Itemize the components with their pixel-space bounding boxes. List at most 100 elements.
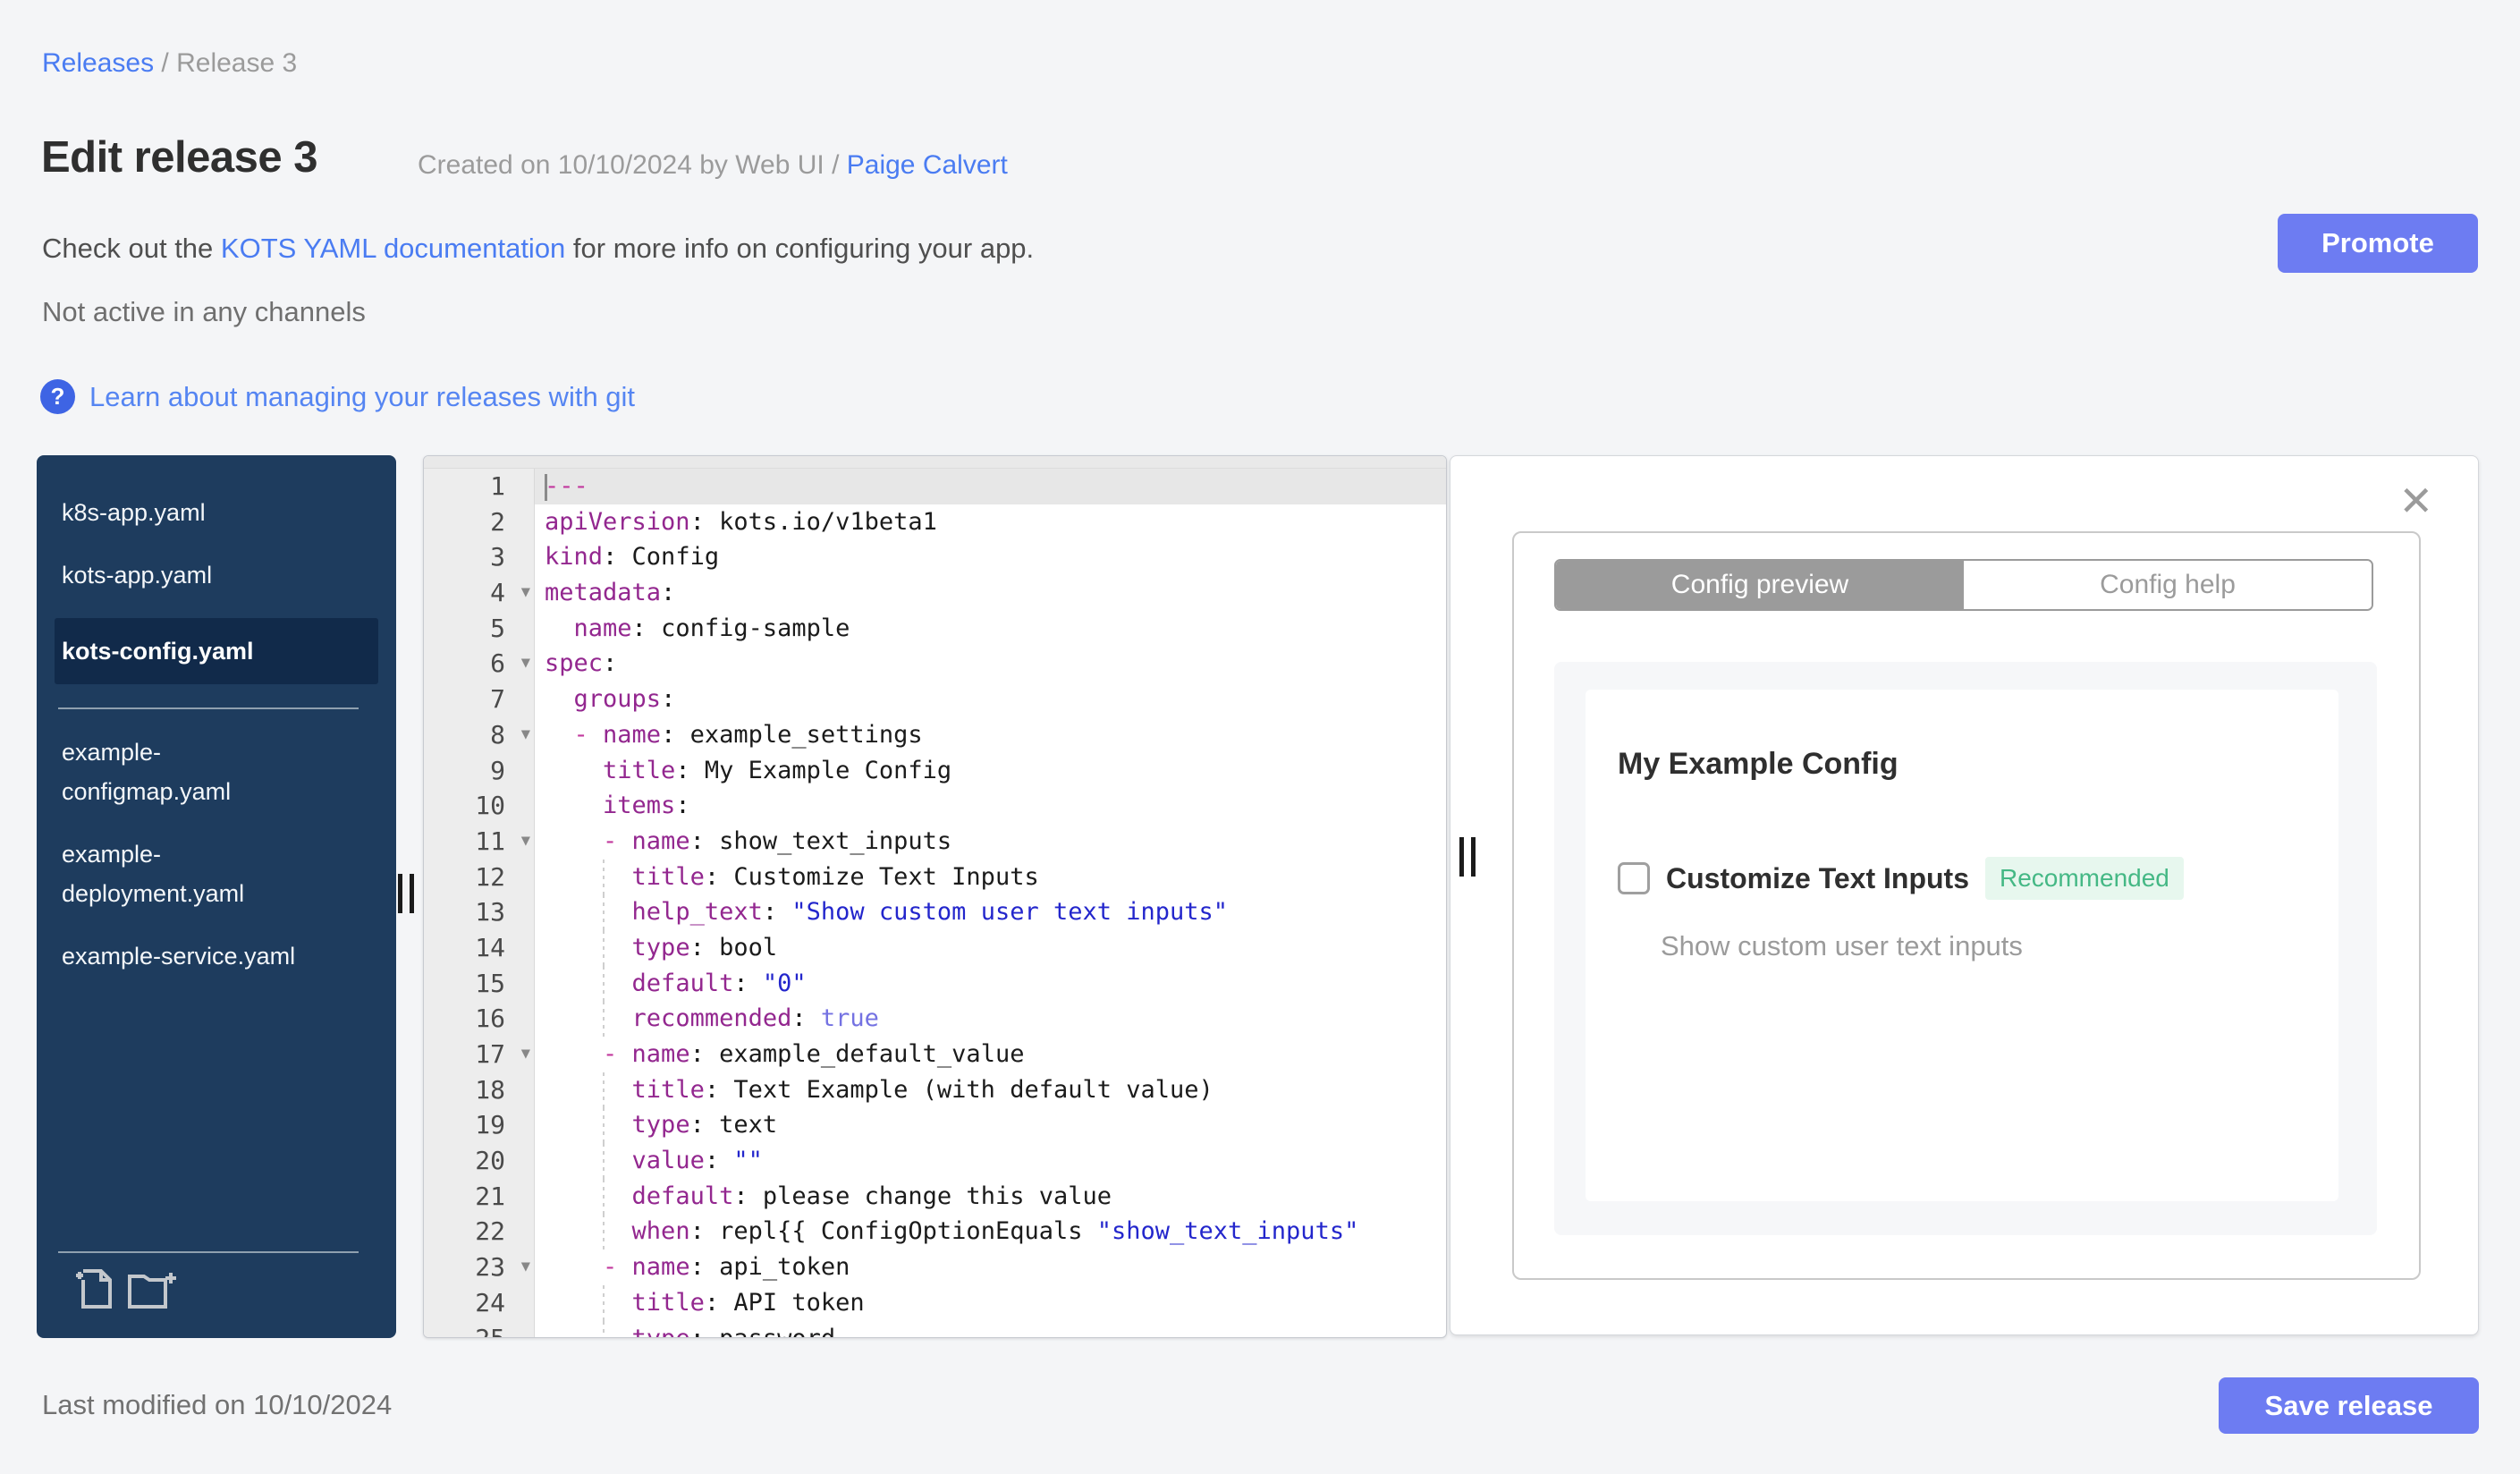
code-line-content[interactable]: recommended: true [535, 1001, 1446, 1037]
line-number[interactable]: 1 [424, 469, 535, 504]
close-icon[interactable]: ✕ [2393, 479, 2439, 522]
file-tree-item[interactable]: kots-config.yaml [55, 618, 378, 684]
preview-resize-handle[interactable] [1459, 837, 1479, 877]
code-line-content[interactable]: apiVersion: kots.io/v1beta1 [535, 504, 1446, 540]
code-line-content[interactable]: name: config-sample [535, 611, 1446, 647]
line-number[interactable]: 7 [424, 682, 535, 717]
file-tree-item[interactable]: kots-app.yaml [37, 555, 321, 595]
line-number[interactable]: 24 [424, 1284, 535, 1321]
line-number[interactable]: 12 [424, 859, 535, 895]
line-number[interactable]: 5 [424, 610, 535, 647]
customize-text-inputs-checkbox[interactable] [1618, 862, 1650, 894]
line-number[interactable]: 8 ▼ [424, 716, 535, 753]
code-line[interactable]: 16 recommended: true [424, 1001, 1446, 1037]
line-number[interactable]: 25 [424, 1320, 535, 1337]
fold-arrow-icon[interactable]: ▼ [521, 646, 530, 682]
tab-config-preview[interactable]: Config preview [1556, 561, 1964, 609]
code-line[interactable]: 5 name: config-sample [424, 610, 1446, 647]
code-line[interactable]: 25 type: password [424, 1320, 1446, 1337]
line-number[interactable]: 19 [424, 1107, 535, 1144]
breadcrumb-releases-link[interactable]: Releases [42, 48, 154, 78]
code-line[interactable]: 11 ▼ - name: show_text_inputs [424, 823, 1446, 860]
code-line-content[interactable]: value: "" [535, 1143, 1446, 1179]
code-line-content[interactable]: title: API token [535, 1284, 1446, 1321]
code-line[interactable]: 3 kind: Config [424, 539, 1446, 576]
file-tree-item[interactable]: example-service.yaml [37, 936, 321, 976]
fold-arrow-icon[interactable]: ▼ [521, 575, 530, 611]
code-line-content[interactable]: default: please change this value [535, 1178, 1446, 1215]
fold-arrow-icon[interactable]: ▼ [521, 717, 530, 753]
line-number[interactable]: 15 [424, 965, 535, 1002]
git-releases-help-link[interactable]: Learn about managing your releases with … [89, 381, 635, 413]
yaml-code-editor[interactable]: 1 --- 2 apiVersion: kots.io/v1beta1 3 kind: C… [423, 455, 1447, 1338]
code-line[interactable]: 21 default: please change this value [424, 1178, 1446, 1215]
code-line-content[interactable]: when: repl{{ ConfigOptionEquals "show_te… [535, 1214, 1446, 1250]
code-line[interactable]: 15 default: "0" [424, 965, 1446, 1002]
file-tree-item[interactable]: example-configmap.yaml [37, 733, 321, 811]
save-release-button[interactable]: Save release [2219, 1377, 2479, 1434]
code-line-content[interactable]: type: text [535, 1107, 1446, 1144]
fold-arrow-icon[interactable]: ▼ [521, 1037, 530, 1072]
line-number[interactable]: 10 [424, 788, 535, 824]
line-number[interactable]: 3 [424, 539, 535, 576]
config-item-label[interactable]: Customize Text Inputs [1666, 862, 1969, 895]
code-line-content[interactable]: default: "0" [535, 965, 1446, 1002]
code-line-content[interactable]: groups: [535, 682, 1446, 717]
code-line-content[interactable]: - name: example_default_value [535, 1037, 1446, 1072]
code-line[interactable]: 10 items: [424, 788, 1446, 824]
code-line[interactable]: 8 ▼ - name: example_settings [424, 716, 1446, 753]
code-line[interactable]: 14 type: bool [424, 929, 1446, 966]
code-line[interactable]: 12 title: Customize Text Inputs [424, 859, 1446, 895]
code-line[interactable]: 4 ▼ metadata: [424, 575, 1446, 611]
new-folder-icon[interactable] [126, 1267, 178, 1313]
code-line[interactable]: 1 --- [424, 469, 1446, 504]
code-line[interactable]: 18 title: Text Example (with default val… [424, 1072, 1446, 1108]
code-line-content[interactable]: help_text: "Show custom user text inputs… [535, 894, 1446, 930]
author-link[interactable]: Paige Calvert [847, 150, 1008, 180]
code-line-content[interactable]: title: My Example Config [535, 753, 1446, 789]
line-number[interactable]: 2 [424, 504, 535, 540]
code-line[interactable]: 2 apiVersion: kots.io/v1beta1 [424, 504, 1446, 540]
code-line-content[interactable]: items: [535, 788, 1446, 824]
code-line-content[interactable]: type: bool [535, 929, 1446, 966]
fold-arrow-icon[interactable]: ▼ [521, 824, 530, 860]
code-line[interactable]: 19 type: text [424, 1107, 1446, 1144]
code-line-content[interactable]: title: Customize Text Inputs [535, 859, 1446, 895]
line-number[interactable]: 20 [424, 1143, 535, 1179]
line-number[interactable]: 13 [424, 894, 535, 930]
code-line[interactable]: 13 help_text: "Show custom user text inp… [424, 894, 1446, 930]
sidebar-resize-handle[interactable] [398, 874, 418, 913]
code-line[interactable]: 20 value: "" [424, 1143, 1446, 1179]
code-line[interactable]: 22 when: repl{{ ConfigOptionEquals "show… [424, 1214, 1446, 1250]
line-number[interactable]: 16 [424, 1001, 535, 1037]
code-line[interactable]: 24 title: API token [424, 1284, 1446, 1321]
file-tree-item[interactable]: example-deployment.yaml [37, 834, 321, 913]
line-number[interactable]: 9 [424, 752, 535, 789]
code-line-content[interactable]: title: Text Example (with default value) [535, 1072, 1446, 1108]
tab-config-help[interactable]: Config help [1964, 561, 2372, 609]
code-line-content[interactable]: - name: example_settings [535, 717, 1446, 753]
kots-yaml-doc-link[interactable]: KOTS YAML documentation [221, 233, 565, 264]
code-line-content[interactable]: kind: Config [535, 539, 1446, 575]
line-number[interactable]: 11 ▼ [424, 823, 535, 860]
code-line-content[interactable]: - name: api_token [535, 1250, 1446, 1285]
code-line-content[interactable]: - name: show_text_inputs [535, 824, 1446, 860]
code-line[interactable]: 23 ▼ - name: api_token [424, 1250, 1446, 1285]
code-line-content[interactable]: type: password [535, 1320, 1446, 1337]
code-line-content[interactable]: metadata: [535, 575, 1446, 611]
line-number[interactable]: 18 [424, 1072, 535, 1108]
line-number[interactable]: 22 [424, 1214, 535, 1250]
new-file-icon[interactable] [74, 1267, 115, 1313]
code-line[interactable]: 7 groups: [424, 682, 1446, 717]
line-number[interactable]: 6 ▼ [424, 646, 535, 682]
line-number[interactable]: 14 [424, 929, 535, 966]
line-number[interactable]: 17 ▼ [424, 1037, 535, 1072]
code-line-content[interactable]: --- [535, 469, 1446, 504]
line-number[interactable]: 23 ▼ [424, 1250, 535, 1285]
file-tree-item[interactable]: k8s-app.yaml [37, 493, 321, 532]
line-number[interactable]: 21 [424, 1178, 535, 1215]
code-line[interactable]: 17 ▼ - name: example_default_value [424, 1037, 1446, 1072]
line-number[interactable]: 4 ▼ [424, 575, 535, 611]
fold-arrow-icon[interactable]: ▼ [521, 1250, 530, 1285]
code-line[interactable]: 9 title: My Example Config [424, 752, 1446, 789]
